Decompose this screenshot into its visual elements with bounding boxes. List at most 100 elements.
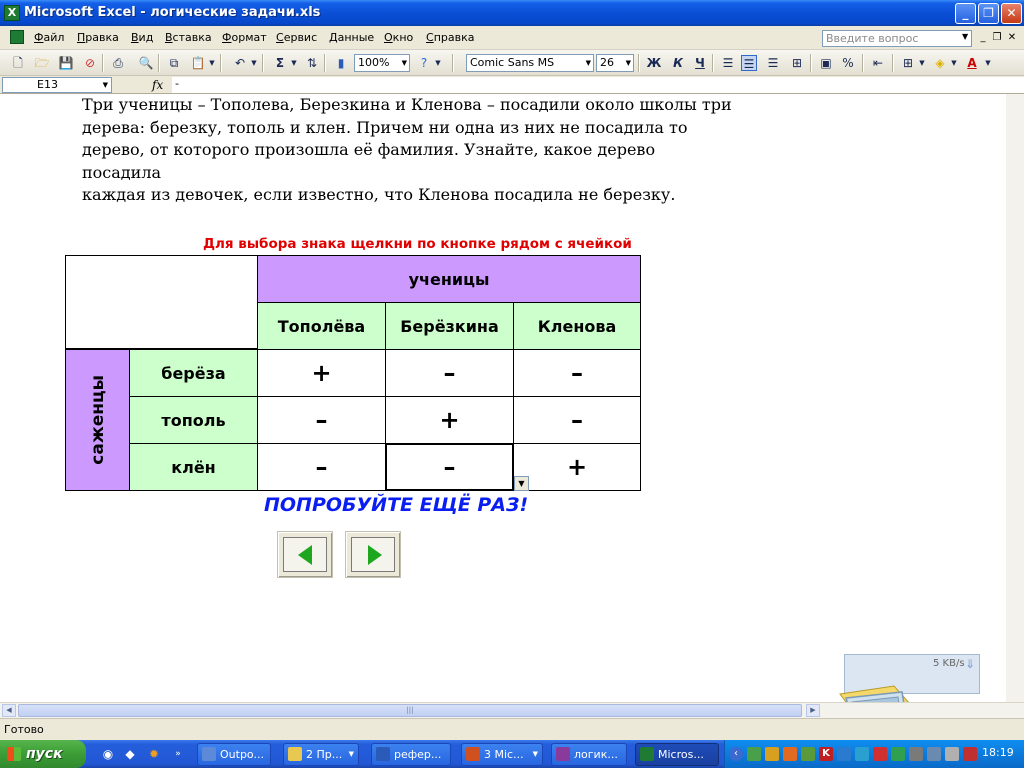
chevron-down-icon[interactable]: ▼ [586,55,591,71]
align-left-icon[interactable]: ☰ [720,55,736,71]
tray-app-icon[interactable] [747,747,761,761]
horizontal-scrollbar[interactable]: ◀ ||| ▶ [0,702,1024,718]
tray-expand-icon[interactable]: ‹ [729,747,743,761]
align-right-icon[interactable]: ☰ [765,55,781,71]
workbook-icon[interactable] [10,30,24,44]
shield-icon[interactable] [855,747,869,761]
vertical-scrollbar[interactable] [1006,94,1024,702]
ask-question-input[interactable]: Введите вопрос [822,30,972,47]
tray-app-icon[interactable] [837,747,851,761]
tray-app-icon[interactable] [927,747,941,761]
restore-button[interactable]: ❐ [978,3,999,24]
print-preview-icon[interactable]: 🔍 [138,55,154,71]
mark-cell[interactable]: – [257,443,386,491]
chevron-down-icon[interactable]: ▼ [626,55,631,71]
quicklaunch-icon[interactable]: ◆ [122,746,138,762]
merge-center-icon[interactable]: ⊞ [789,55,805,71]
tray-app-icon[interactable] [891,747,905,761]
scroll-right-icon[interactable]: ▶ [806,704,820,717]
menu-help[interactable]: Справка [426,31,474,44]
menu-file[interactable]: Файл [34,31,64,44]
close-button[interactable]: ✕ [1001,3,1022,24]
help-icon[interactable]: ? [416,55,432,71]
chevron-down-icon[interactable]: ▼ [290,55,298,71]
chevron-down-icon[interactable]: ▼ [918,55,926,71]
chevron-down-icon[interactable]: ▼ [250,55,258,71]
percent-button[interactable]: % [840,55,856,71]
autosum-icon[interactable]: Σ [272,55,288,71]
currency-icon[interactable]: ▣ [818,55,834,71]
mark-cell[interactable]: + [513,443,641,491]
new-document-icon[interactable]: 🗋 [10,55,26,71]
tray-app-icon[interactable] [801,747,815,761]
start-button[interactable]: пуск [0,740,86,768]
paste-icon[interactable]: 📋 [190,55,206,71]
italic-button[interactable]: К [670,55,686,71]
menu-window[interactable]: Окно [384,31,413,44]
mark-cell[interactable]: – [513,396,641,444]
antivirus-icon[interactable]: K [819,747,833,761]
language-flag-icon[interactable] [963,747,977,761]
font-name-select[interactable]: Comic Sans MS ▼ [466,54,594,72]
worksheet[interactable]: Три ученицы – Тополева, Березкина и Клен… [0,94,1024,702]
chevron-down-icon[interactable]: ▼ [434,55,442,71]
chevron-down-icon[interactable]: ▼ [984,55,992,71]
taskbar-item[interactable]: рефер... [371,743,451,766]
font-color-icon[interactable]: A [964,55,980,71]
copy-icon[interactable]: ⧉ [166,55,182,71]
tray-app-icon[interactable] [765,747,779,761]
taskbar-item[interactable]: Outpo... [197,743,271,766]
menu-edit[interactable]: Правка [77,31,119,44]
bold-button[interactable]: Ж [646,55,662,71]
network-icon[interactable] [909,747,923,761]
volume-icon[interactable] [945,747,959,761]
scroll-thumb[interactable]: ||| [18,704,802,717]
taskbar-item[interactable]: 3 Mic... ▼ [461,743,543,766]
mark-cell[interactable]: – [385,349,514,397]
taskbar-item[interactable]: 2 Пр... ▼ [283,743,359,766]
doc-close-button[interactable]: ✕ [1005,31,1019,45]
mark-cell[interactable]: + [385,396,514,444]
permission-icon[interactable]: ⊘ [82,55,98,71]
chevron-down-icon[interactable]: ▼ [962,32,968,41]
menu-tools[interactable]: Сервис [276,31,317,44]
mark-cell[interactable]: – [513,349,641,397]
font-size-select[interactable]: 26 ▼ [596,54,634,72]
quicklaunch-icon[interactable]: ◉ [100,746,116,762]
next-button[interactable] [345,531,401,578]
scroll-left-icon[interactable]: ◀ [2,704,16,717]
doc-minimize-button[interactable]: _ [976,31,990,45]
borders-icon[interactable]: ⊞ [900,55,916,71]
menu-data[interactable]: Данные [329,31,374,44]
print-icon[interactable]: ⎙ [110,55,126,71]
menu-insert[interactable]: Вставка [165,31,212,44]
quicklaunch-icon[interactable]: ✹ [146,746,162,762]
chevron-down-icon[interactable]: ▼ [208,55,216,71]
decrease-indent-icon[interactable]: ⇤ [870,55,886,71]
chevron-down-icon[interactable]: ▼ [950,55,958,71]
tray-app-icon[interactable] [873,747,887,761]
quicklaunch-more-icon[interactable]: » [170,746,186,762]
chevron-down-icon[interactable]: ▼ [402,55,407,71]
chart-wizard-icon[interactable]: ▮ [333,55,349,71]
sort-ascending-icon[interactable]: ⇅ [304,55,320,71]
corner-cell[interactable] [65,255,258,349]
menu-view[interactable]: Вид [131,31,153,44]
underline-button[interactable]: Ч [692,55,708,71]
chevron-down-icon[interactable]: ▼ [103,78,108,92]
undo-icon[interactable]: ↶ [232,55,248,71]
tray-app-icon[interactable] [783,747,797,761]
selected-mark-cell[interactable]: – [385,443,514,491]
function-icon[interactable]: fx [152,78,163,92]
doc-restore-button[interactable]: ❐ [990,31,1004,45]
mark-cell[interactable]: – [257,396,386,444]
fill-color-icon[interactable]: ◈ [932,55,948,71]
previous-button[interactable] [277,531,333,578]
align-center-icon[interactable]: ☰ [741,55,757,71]
zoom-select[interactable]: 100% ▼ [354,54,410,72]
save-icon[interactable]: 💾 [58,55,74,71]
cell-dropdown-button[interactable]: ▼ [514,476,529,491]
mark-cell[interactable]: + [257,349,386,397]
minimize-button[interactable]: _ [955,3,976,24]
formula-input[interactable]: - [172,77,1024,93]
